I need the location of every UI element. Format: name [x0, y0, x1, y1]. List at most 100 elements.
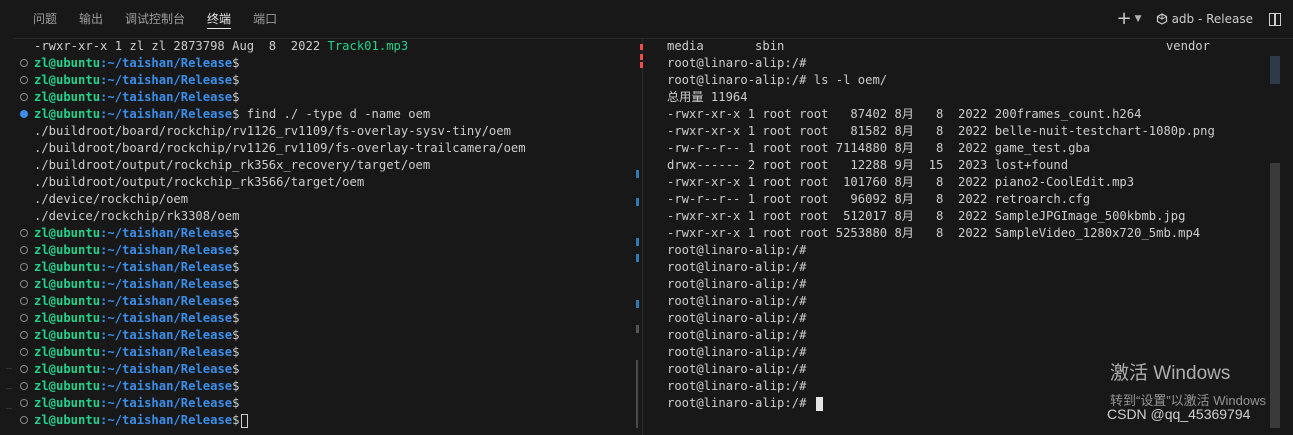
- split-divider[interactable]: [642, 38, 643, 435]
- terminal-cursor: [241, 413, 249, 428]
- command-decoration-icon[interactable]: [20, 331, 28, 339]
- command-decoration-icon[interactable]: [20, 348, 28, 356]
- tab-problems[interactable]: 问题: [22, 0, 68, 38]
- prompt-path: :~/taishan/Release: [100, 396, 233, 410]
- command-decoration-icon[interactable]: [20, 297, 28, 305]
- terminal-line: zl@ubuntu:~/taishan/Release$: [14, 259, 640, 276]
- prompt-user: zl@ubuntu: [34, 243, 101, 257]
- output-text: -rwxr-xr-x 1 zl zl 2873798 Aug 8 2022: [34, 39, 328, 53]
- left-scrollbar[interactable]: [636, 70, 640, 430]
- tab-ports[interactable]: 端口: [242, 0, 288, 38]
- edge-divider: [6, 368, 12, 369]
- command-decoration-icon[interactable]: [20, 246, 28, 254]
- file-name: Track01.mp3: [327, 39, 409, 53]
- prompt-user: zl@ubuntu: [34, 107, 101, 121]
- prompt-path: :~/taishan/Release: [100, 243, 233, 257]
- new-terminal-button[interactable]: + ▼: [1117, 10, 1142, 28]
- panel-header: 问题 输出 调试控制台 终端 端口 + ▼ adb - Release: [0, 0, 1293, 39]
- command-decoration-icon[interactable]: [20, 59, 28, 67]
- terminal-cursor: [815, 396, 823, 411]
- command-decoration-icon[interactable]: [20, 229, 28, 237]
- prompt-path: :~/taishan/Release: [100, 362, 233, 376]
- terminal-line: root@linaro-alip:/#: [646, 242, 1270, 259]
- tab-terminal[interactable]: 终端: [196, 0, 242, 38]
- scroll-thumb[interactable]: [636, 360, 638, 428]
- output-text: root@linaro-alip:/#: [667, 396, 814, 410]
- command-decoration-icon[interactable]: [20, 399, 28, 407]
- output-text: root@linaro-alip:/#: [667, 277, 807, 291]
- panel-tabs: 问题 输出 调试控制台 终端 端口: [22, 0, 288, 38]
- command-text: find ./ -type d -name oem: [239, 107, 431, 121]
- scroll-marker: [636, 254, 639, 262]
- command-decoration-icon[interactable]: [20, 263, 28, 271]
- tab-debug-console[interactable]: 调试控制台: [114, 0, 196, 38]
- terminal-line: zl@ubuntu:~/taishan/Release$: [14, 344, 640, 361]
- plus-icon: +: [1116, 8, 1132, 29]
- terminal-name: adb - Release: [1171, 12, 1253, 26]
- prompt-user: zl@ubuntu: [34, 396, 101, 410]
- csdn-watermark: CSDN @qq_45369794: [1107, 406, 1251, 422]
- terminal-line: -rwxr-xr-x 1 root root 87402 8月 8 2022 2…: [646, 106, 1270, 123]
- output-text: root@linaro-alip:/#: [667, 311, 807, 325]
- command-decoration-icon[interactable]: [20, 280, 28, 288]
- prompt-user: zl@ubuntu: [34, 56, 101, 70]
- terminal-line: zl@ubuntu:~/taishan/Release$ find ./ -ty…: [14, 106, 640, 123]
- command-decoration-icon[interactable]: [20, 416, 28, 424]
- prompt-path: :~/taishan/Release: [100, 328, 233, 342]
- edge-divider: [6, 408, 12, 409]
- prompt-path: :~/taishan/Release: [100, 226, 233, 240]
- gutter-marker: [640, 62, 643, 68]
- output-text: -rwxr-xr-x 1 root root 512017 8月 8 2022 …: [667, 209, 1186, 223]
- command-decoration-icon[interactable]: [20, 382, 28, 390]
- prompt-symbol: $: [232, 226, 240, 240]
- scroll-marker: [636, 198, 639, 206]
- prompt-path: :~/taishan/Release: [100, 90, 233, 104]
- chevron-down-icon[interactable]: ▼: [1135, 14, 1142, 24]
- output-text: -rw-r--r-- 1 root root 7114880 8月 8 2022…: [667, 141, 1091, 155]
- terminal-line: root@linaro-alip:/#: [646, 327, 1270, 344]
- terminal-line: media sbin vendor: [646, 38, 1270, 55]
- watermark-title: 激活 Windows: [1110, 363, 1231, 384]
- output-text: -rw-r--r-- 1 root root 96092 8月 8 2022 r…: [667, 192, 1091, 206]
- scroll-marker: [636, 170, 639, 178]
- prompt-user: zl@ubuntu: [34, 294, 101, 308]
- terminal-pane-left[interactable]: -rwxr-xr-x 1 zl zl 2873798 Aug 8 2022 Tr…: [14, 38, 640, 435]
- command-decoration-icon[interactable]: [20, 314, 28, 322]
- output-text: root@linaro-alip:/#: [667, 345, 807, 359]
- terminal-line: ./buildroot/output/rockchip_rk3566/targe…: [34, 175, 365, 189]
- prompt-symbol: $: [232, 311, 240, 325]
- prompt-symbol: $: [232, 260, 240, 274]
- terminal-selector[interactable]: adb - Release: [1156, 12, 1253, 26]
- gutter-marker: [640, 54, 643, 60]
- scroll-marker: [636, 325, 639, 333]
- output-text: -rwxr-xr-x 1 root root 5253880 8月 8 2022…: [667, 226, 1201, 240]
- prompt-symbol: $: [232, 379, 240, 393]
- terminal-line: root@linaro-alip:/#: [646, 259, 1270, 276]
- right-scrollbar[interactable]: [1268, 38, 1280, 435]
- terminal-line: zl@ubuntu:~/taishan/Release$: [14, 310, 640, 327]
- scroll-thumb[interactable]: [1270, 163, 1280, 428]
- command-decoration-icon[interactable]: [20, 110, 28, 118]
- terminal-line: zl@ubuntu:~/taishan/Release$: [14, 378, 640, 395]
- terminal-line: zl@ubuntu:~/taishan/Release$: [14, 276, 640, 293]
- terminal-line: zl@ubuntu:~/taishan/Release$: [14, 55, 640, 72]
- prompt-path: :~/taishan/Release: [100, 277, 233, 291]
- prompt-path: :~/taishan/Release: [100, 413, 233, 427]
- prompt-symbol: $: [232, 413, 240, 427]
- terminal-line: drwx------ 2 root root 12288 9月 15 2023 …: [646, 157, 1270, 174]
- terminal-line: zl@ubuntu:~/taishan/Release$: [14, 361, 640, 378]
- prompt-symbol: $: [232, 396, 240, 410]
- prompt-path: :~/taishan/Release: [100, 345, 233, 359]
- prompt-symbol: $: [232, 328, 240, 342]
- command-decoration-icon[interactable]: [20, 93, 28, 101]
- prompt-user: zl@ubuntu: [34, 413, 101, 427]
- terminal-line: zl@ubuntu:~/taishan/Release$: [14, 89, 640, 106]
- tab-output[interactable]: 输出: [68, 0, 114, 38]
- command-decoration-icon[interactable]: [20, 365, 28, 373]
- command-decoration-icon[interactable]: [20, 76, 28, 84]
- prompt-user: zl@ubuntu: [34, 226, 101, 240]
- split-terminal-icon[interactable]: [1269, 12, 1281, 26]
- terminal-line: ./buildroot/board/rockchip/rv1126_rv1109…: [34, 124, 511, 138]
- prompt-user: zl@ubuntu: [34, 277, 101, 291]
- output-text: root@linaro-alip:/#: [667, 294, 807, 308]
